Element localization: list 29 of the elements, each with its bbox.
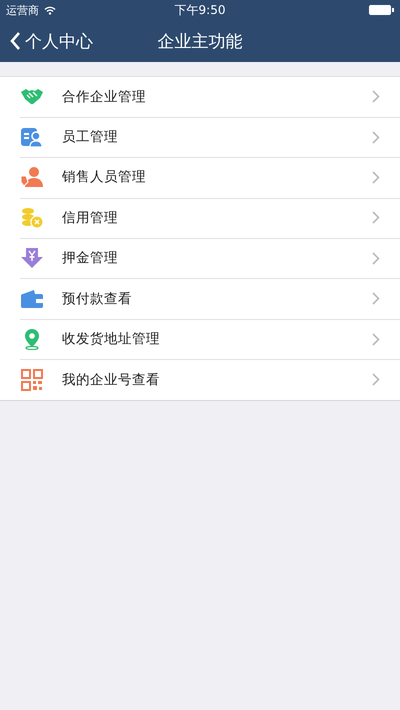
chevron-right-icon (372, 211, 380, 224)
menu-item[interactable]: 合作企业管理 (0, 77, 400, 118)
page-title: 企业主功能 (158, 30, 242, 52)
menu-item[interactable]: 员工管理 (0, 117, 400, 158)
staff-icon (20, 126, 44, 148)
back-chevron-icon (10, 32, 21, 50)
menu-item[interactable]: 我的企业号查看 (0, 360, 400, 400)
chevron-right-icon (372, 373, 380, 386)
chevron-right-icon (372, 130, 380, 144)
wallet-icon (20, 288, 44, 310)
qr-code-icon (20, 368, 44, 391)
down-arrow-icon (20, 247, 44, 270)
coins-icon (20, 206, 44, 229)
chevron-right-icon (372, 90, 380, 104)
chevron-right-icon (372, 332, 380, 346)
back-button[interactable]: 个人中心 (0, 30, 93, 52)
menu-item[interactable]: 销售人员管理 (0, 158, 400, 198)
wifi-icon (44, 6, 56, 14)
menu-item[interactable]: 收发货地址管理 (0, 319, 400, 360)
menu-item[interactable]: 押金管理 (0, 238, 400, 279)
menu-item[interactable]: 信用管理 (0, 198, 400, 239)
chevron-right-icon (372, 252, 380, 265)
battery-icon (369, 5, 394, 15)
carrier-name: 运营商 (6, 2, 39, 18)
menu-item[interactable]: 预付款查看 (0, 278, 400, 320)
chevron-right-icon (372, 170, 380, 184)
salesperson-icon (20, 166, 44, 188)
chevron-right-icon (372, 292, 380, 306)
status-time: 下午9:50 (174, 2, 226, 18)
